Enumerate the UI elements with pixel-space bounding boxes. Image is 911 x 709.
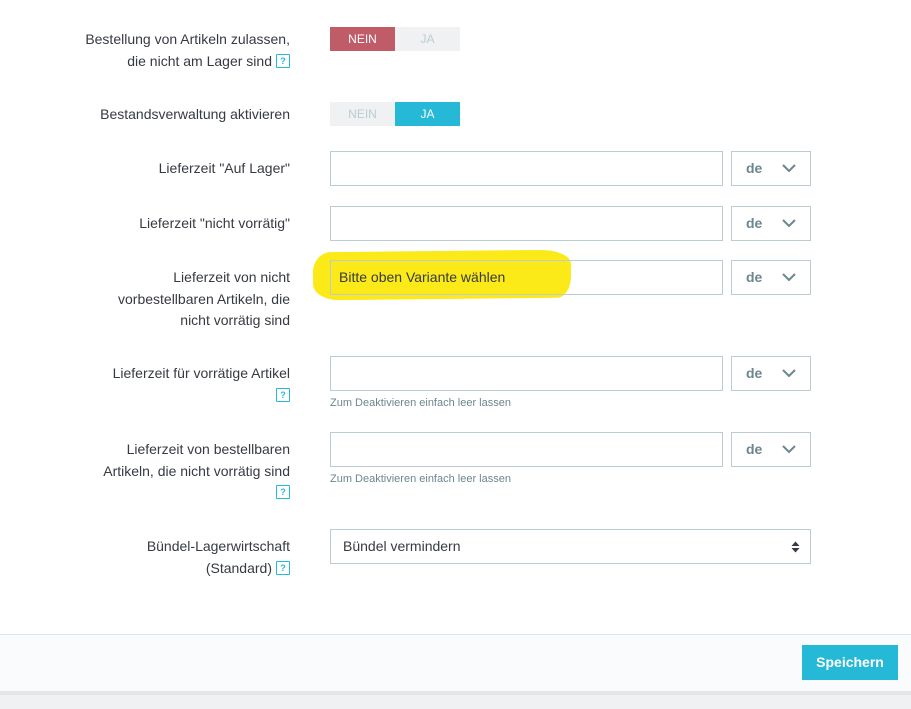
pack-stock-label-line1: Bündel-Lagerwirtschaft [146, 538, 290, 554]
in-stock-delivery-input[interactable] [330, 151, 723, 186]
orderable-products-input[interactable] [330, 432, 723, 467]
help-icon[interactable]: ? [276, 560, 290, 575]
orderable-products-hint: Zum Deaktivieren einfach leer lassen [330, 473, 511, 485]
lang-code: de [746, 269, 763, 285]
not-orderable-delivery-value: Bitte oben Variante wählen [339, 269, 506, 285]
in-stock-products-input[interactable] [330, 356, 723, 391]
lang-code: de [746, 215, 763, 231]
out-of-stock-delivery-label: Lieferzeit "nicht vorrätig" [139, 215, 290, 231]
orderable-products-label: Lieferzeit von bestellbaren Artikeln, di… [103, 439, 290, 504]
lang-code: de [746, 160, 763, 176]
not-orderable-delivery-input[interactable]: Bitte oben Variante wählen [330, 260, 723, 295]
not-orderable-delivery-lang-select[interactable]: de [731, 260, 811, 295]
allow-orders-toggle[interactable]: NEIN JA [330, 27, 460, 51]
chevron-down-icon [782, 445, 796, 454]
pack-stock-selected-value: Bündel vermindern [343, 538, 461, 554]
stock-management-label: Bestandsverwaltung aktivieren [100, 106, 290, 122]
out-of-stock-delivery-lang-select[interactable]: de [731, 206, 811, 241]
allow-orders-no-option[interactable]: NEIN [330, 27, 395, 51]
allow-orders-label-line1: Bestellung von Artikeln zulassen, [85, 31, 290, 47]
stock-management-toggle[interactable]: NEIN JA [330, 102, 460, 126]
pack-stock-label-line2: (Standard) [205, 559, 272, 576]
not-orderable-delivery-label: Lieferzeit von nicht vorbestellbaren Art… [118, 267, 290, 332]
in-stock-delivery-lang-select[interactable]: de [731, 151, 811, 186]
stock-management-yes-option[interactable]: JA [395, 102, 460, 126]
not-orderable-delivery-label-line1: Lieferzeit von nicht [173, 269, 290, 285]
not-orderable-delivery-label-line2: vorbestellbaren Artikeln, die [118, 290, 290, 307]
chevron-down-icon [782, 369, 796, 378]
stock-management-no-option[interactable]: NEIN [330, 102, 395, 126]
chevron-down-icon [782, 273, 796, 282]
in-stock-delivery-label: Lieferzeit "Auf Lager" [158, 160, 290, 176]
form-footer [0, 634, 911, 692]
not-orderable-delivery-label-line3: nicht vorrätig sind [180, 312, 290, 328]
out-of-stock-delivery-input[interactable] [330, 206, 723, 241]
orderable-products-lang-select[interactable]: de [731, 432, 811, 467]
pack-stock-label: Bündel-Lagerwirtschaft (Standard)? [147, 536, 290, 579]
lang-code: de [746, 441, 763, 457]
lang-code: de [746, 365, 763, 381]
help-icon[interactable]: ? [276, 53, 290, 68]
in-stock-products-label: Lieferzeit für vorrätige Artikel ? [113, 363, 290, 406]
save-button[interactable]: Speichern [802, 645, 898, 680]
allow-orders-label: Bestellung von Artikeln zulassen, die ni… [85, 29, 290, 72]
chevron-down-icon [782, 164, 796, 173]
sort-arrows-icon [791, 541, 800, 553]
orderable-products-label-line1: Lieferzeit von bestellbaren [126, 441, 290, 457]
allow-orders-label-line2: die nicht am Lager sind [127, 52, 272, 69]
help-icon[interactable]: ? [276, 485, 290, 500]
pack-stock-select[interactable]: Bündel vermindern [330, 529, 811, 564]
chevron-down-icon [782, 219, 796, 228]
allow-orders-yes-option[interactable]: JA [395, 27, 460, 51]
help-icon[interactable]: ? [276, 387, 290, 402]
orderable-products-label-line2: Artikeln, die nicht vorrätig sind [103, 462, 290, 479]
in-stock-products-hint: Zum Deaktivieren einfach leer lassen [330, 397, 511, 409]
in-stock-products-label-text: Lieferzeit für vorrätige Artikel [112, 365, 290, 381]
in-stock-products-lang-select[interactable]: de [731, 356, 811, 391]
page-bottom-bar [0, 691, 911, 709]
